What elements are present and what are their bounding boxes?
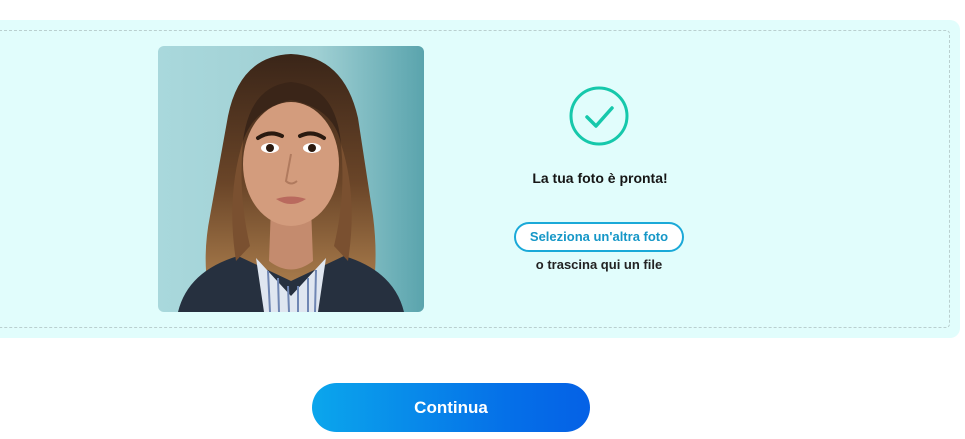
select-another-photo-button[interactable]: Seleziona un'altra foto bbox=[514, 222, 684, 252]
upload-status-text: La tua foto è pronta! bbox=[532, 170, 668, 186]
uploaded-photo bbox=[158, 46, 424, 312]
portrait-image bbox=[158, 46, 424, 312]
check-circle-icon bbox=[569, 86, 629, 146]
drag-file-hint: o trascina qui un file bbox=[535, 257, 663, 272]
continue-button[interactable]: Continua bbox=[312, 383, 590, 432]
dropzone-border bbox=[0, 30, 950, 328]
